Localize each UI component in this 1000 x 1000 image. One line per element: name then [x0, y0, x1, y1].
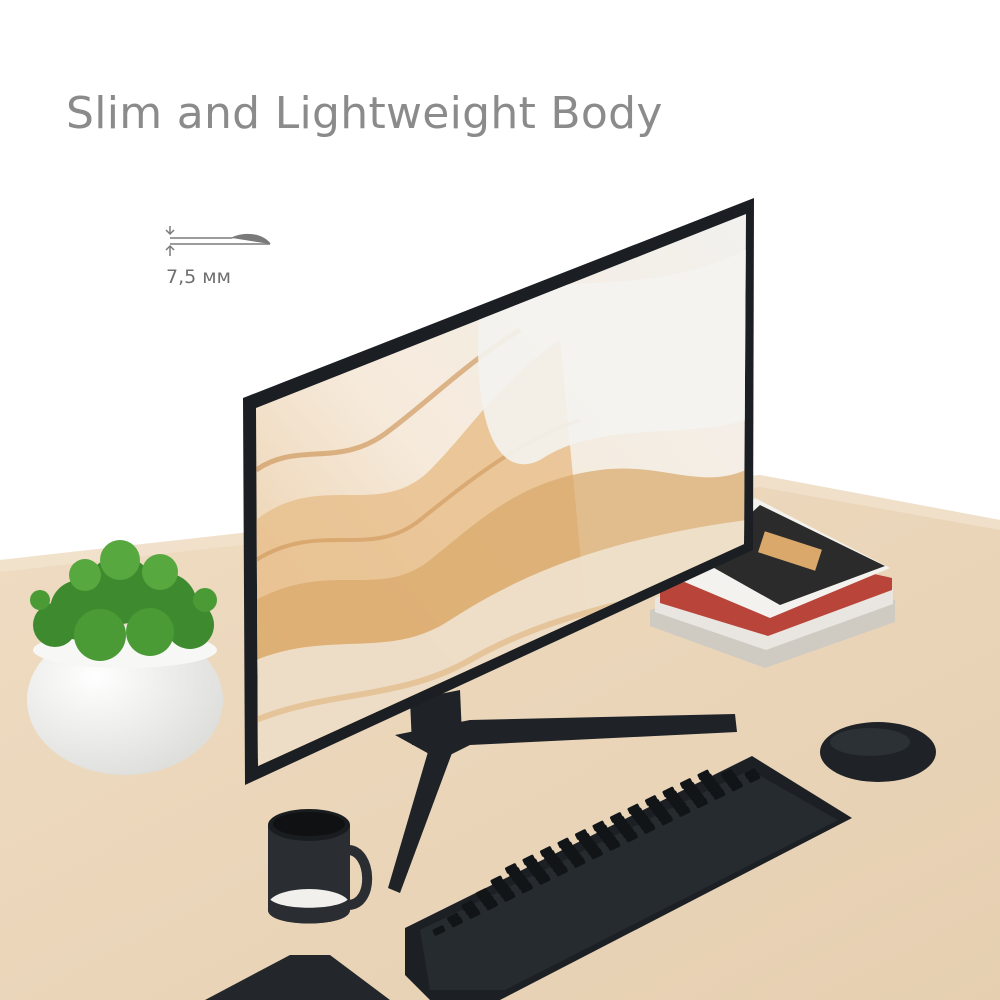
mouse [820, 722, 936, 782]
headline: Slim and Lightweight Body [66, 88, 663, 139]
profile-thickness-icon [165, 226, 271, 256]
scene-illustration [0, 198, 1000, 1000]
product-scene: Slim and Lightweight Body 7,5 мм [0, 0, 1000, 1000]
thickness-value-label: 7,5 мм [166, 266, 231, 288]
